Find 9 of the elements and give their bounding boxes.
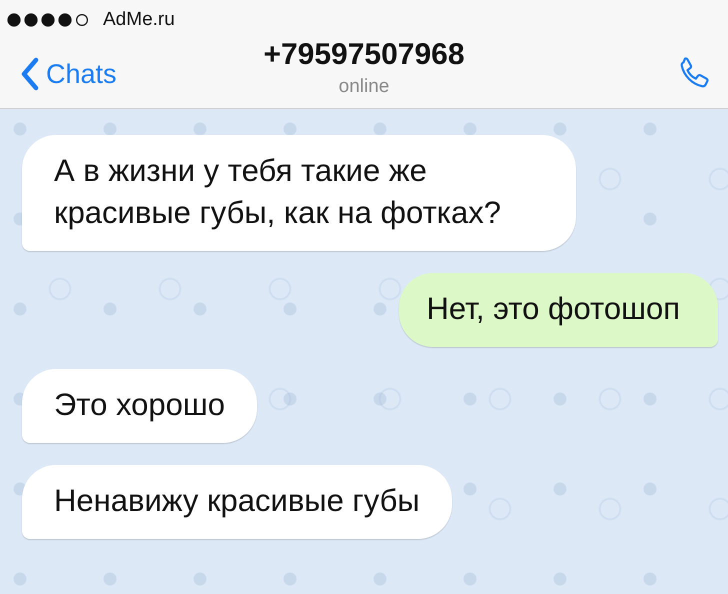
presence-status: online (338, 76, 390, 98)
chevron-icon (20, 57, 40, 91)
incoming-message: А в жизни у тебя такие же красивые губы, как на фотках? (22, 135, 576, 251)
incoming-message: Ненавижу красивые губы (22, 465, 452, 539)
contact-title: +79597507968 (263, 38, 465, 72)
outgoing-message: Нет, это фотошоп (398, 273, 718, 347)
incoming-message: Это хорошо (22, 369, 257, 443)
back-button[interactable]: Chats (0, 56, 123, 92)
carrier-name: AdMe.ru (103, 9, 175, 31)
